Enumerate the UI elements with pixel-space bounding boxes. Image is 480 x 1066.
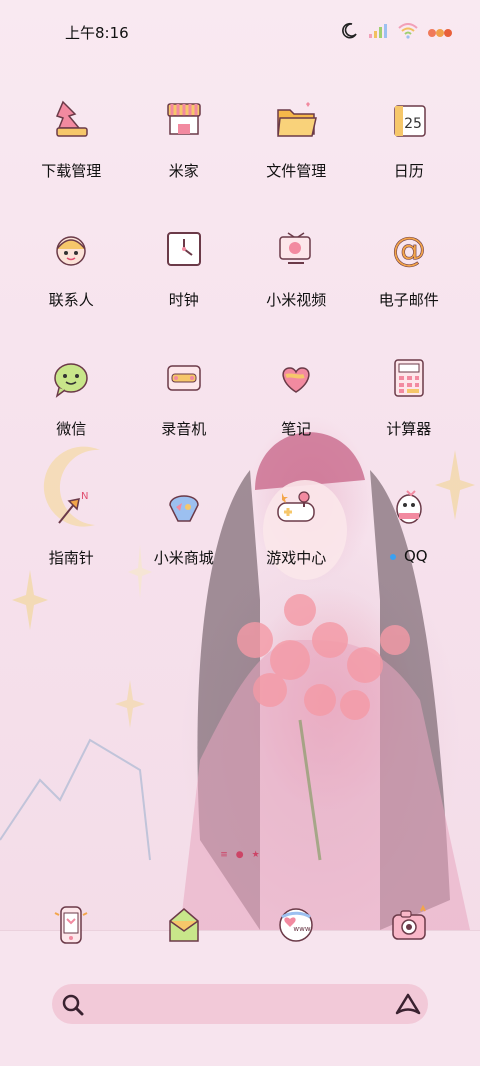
moon-icon bbox=[340, 22, 358, 44]
clock-icon bbox=[156, 221, 212, 277]
app-label: 米家 bbox=[168, 162, 199, 180]
dock-browser[interactable]: www bbox=[240, 885, 353, 953]
game-center-icon bbox=[268, 479, 324, 535]
mijia-icon bbox=[156, 92, 212, 148]
wechat-icon bbox=[43, 350, 99, 406]
search-bar[interactable] bbox=[52, 984, 428, 1024]
app-mijia[interactable]: 米家 bbox=[128, 80, 241, 209]
page-indicator[interactable]: ≡ ● ★ bbox=[0, 850, 480, 860]
messages-icon bbox=[156, 897, 212, 953]
app-label: QQ bbox=[403, 547, 428, 565]
app-qq[interactable]: QQ bbox=[353, 467, 466, 596]
app-label: 电子邮件 bbox=[378, 291, 439, 309]
email-at-sign: @ bbox=[392, 230, 426, 270]
dock: www bbox=[15, 885, 465, 953]
app-calendar[interactable]: 25 日历 bbox=[353, 80, 466, 209]
app-label: 文件管理 bbox=[266, 162, 327, 180]
camera-icon bbox=[381, 897, 437, 953]
app-recorder[interactable]: 录音机 bbox=[128, 338, 241, 467]
app-label: 日历 bbox=[393, 162, 424, 180]
app-contacts[interactable]: 联系人 bbox=[15, 209, 128, 338]
svg-text:N: N bbox=[81, 491, 88, 502]
calendar-date: 25 bbox=[404, 116, 422, 132]
app-notes[interactable]: 笔记 bbox=[240, 338, 353, 467]
battery-icon bbox=[428, 24, 452, 43]
update-dot bbox=[389, 553, 396, 560]
app-clock[interactable]: 时钟 bbox=[128, 209, 241, 338]
calendar-icon: 25 bbox=[381, 92, 437, 148]
app-mi-store[interactable]: 小米商城 bbox=[128, 467, 241, 596]
email-icon: @ bbox=[381, 221, 437, 277]
page-indicator-star: ★ bbox=[251, 850, 260, 860]
app-label: 小米视频 bbox=[266, 291, 327, 309]
phone-icon bbox=[43, 897, 99, 953]
app-label: 游戏中心 bbox=[266, 549, 327, 567]
status-time: 上午8:16 bbox=[65, 24, 129, 42]
app-label: 联系人 bbox=[48, 291, 94, 309]
app-download-manager[interactable]: 下载管理 bbox=[15, 80, 128, 209]
app-grid: 下载管理 米家 文件管理 25 日历 联系人 时钟 小米视频 @ 电子邮件 微信… bbox=[15, 80, 465, 596]
qq-icon bbox=[381, 479, 437, 535]
calculator-icon bbox=[381, 350, 437, 406]
dock-phone[interactable] bbox=[15, 885, 128, 953]
app-calculator[interactable]: 计算器 bbox=[353, 338, 466, 467]
app-file-manager[interactable]: 文件管理 bbox=[240, 80, 353, 209]
app-label: 录音机 bbox=[161, 420, 207, 438]
download-manager-icon bbox=[43, 92, 99, 148]
page-indicator-dot-active: ● bbox=[235, 850, 244, 860]
app-label: 指南针 bbox=[48, 549, 94, 567]
app-compass[interactable]: N 指南针 bbox=[15, 467, 128, 596]
dock-messages[interactable] bbox=[128, 885, 241, 953]
assistant-icon[interactable] bbox=[394, 992, 422, 1022]
dock-camera[interactable] bbox=[353, 885, 466, 953]
compass-icon: N bbox=[43, 479, 99, 535]
app-mi-video[interactable]: 小米视频 bbox=[240, 209, 353, 338]
browser-www: www bbox=[294, 925, 311, 933]
search-icon[interactable] bbox=[60, 992, 86, 1022]
app-game-center[interactable]: 游戏中心 bbox=[240, 467, 353, 596]
app-label: 笔记 bbox=[281, 420, 312, 438]
mi-store-icon bbox=[156, 479, 212, 535]
app-label: 下载管理 bbox=[41, 162, 102, 180]
page-indicator-menu: ≡ bbox=[220, 850, 228, 860]
folder-icon bbox=[268, 92, 324, 148]
wifi-icon bbox=[398, 23, 418, 43]
app-email[interactable]: @ 电子邮件 bbox=[353, 209, 466, 338]
status-bar: 上午8:16 bbox=[0, 0, 480, 62]
app-label: 计算器 bbox=[386, 420, 432, 438]
app-label: 时钟 bbox=[168, 291, 199, 309]
signal-icon bbox=[368, 23, 388, 43]
app-label-row: QQ bbox=[389, 547, 428, 565]
recorder-icon bbox=[156, 350, 212, 406]
contacts-icon bbox=[43, 221, 99, 277]
notes-icon bbox=[268, 350, 324, 406]
app-label: 微信 bbox=[56, 420, 87, 438]
tv-icon bbox=[268, 221, 324, 277]
app-label: 小米商城 bbox=[153, 549, 214, 567]
browser-icon: www bbox=[268, 897, 324, 953]
app-wechat[interactable]: 微信 bbox=[15, 338, 128, 467]
